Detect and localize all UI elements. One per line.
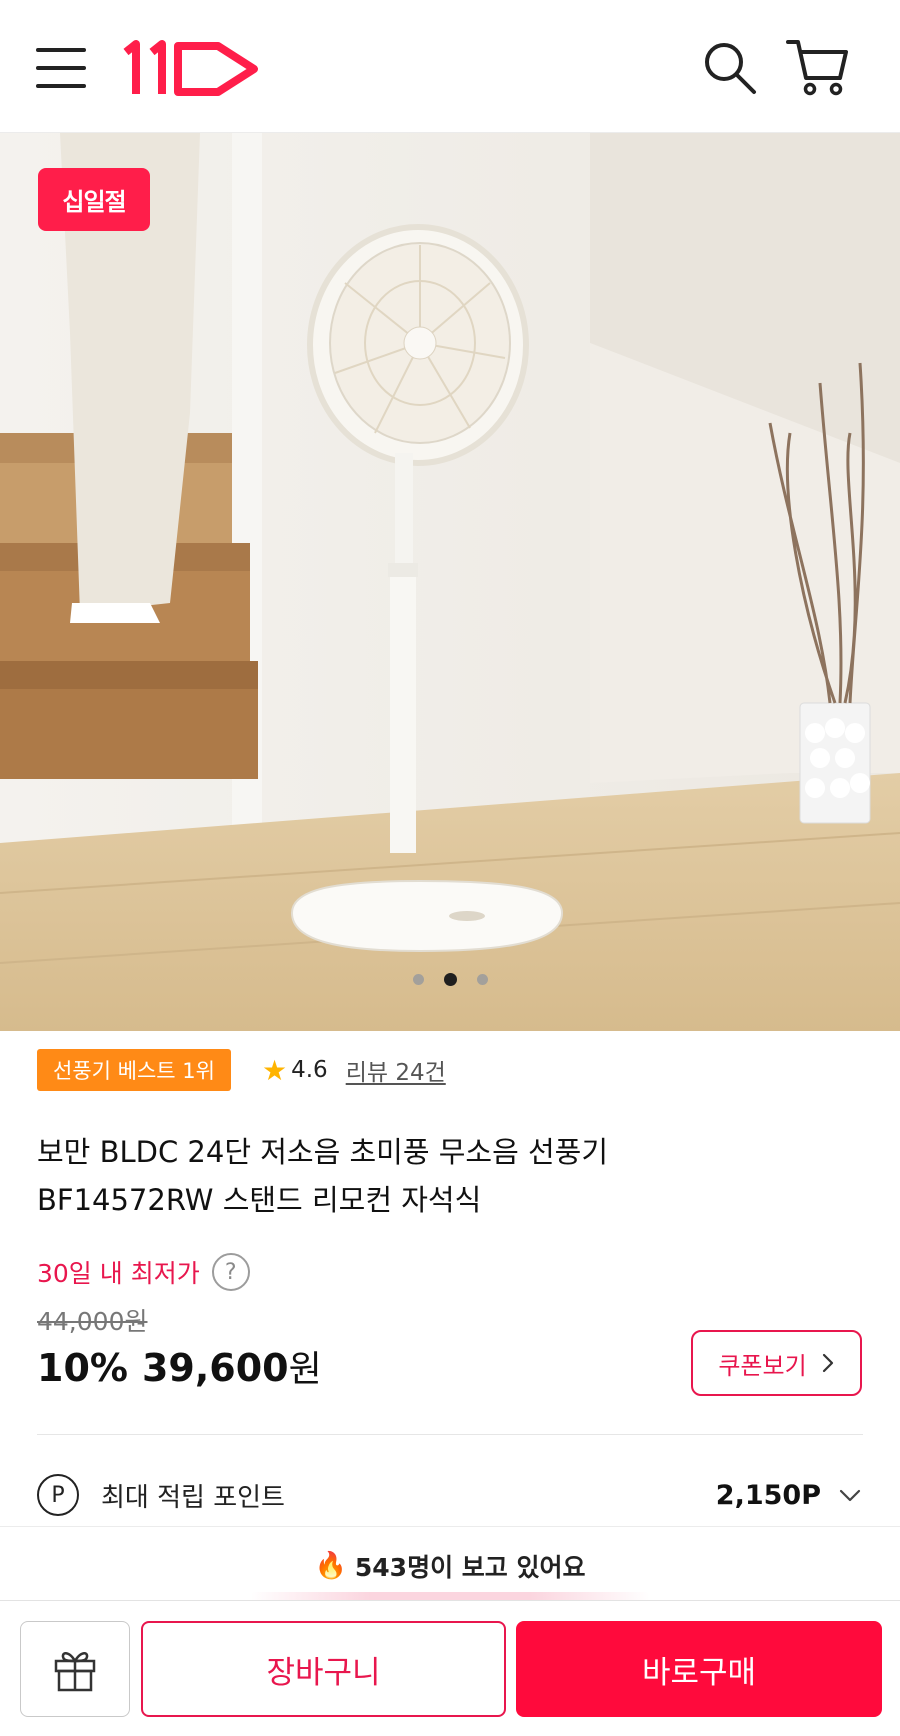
rating-summary: ★ 4.6 리뷰 24건 <box>262 1053 446 1087</box>
product-title-line2: BF14572RW 스탠드 리모컨 자석식 <box>37 1183 482 1217</box>
star-icon: ★ <box>262 1053 288 1087</box>
chevron-right-icon <box>822 1353 833 1373</box>
logo-icon <box>123 40 258 96</box>
carousel-dot-3[interactable] <box>476 973 488 985</box>
lowest-price-text: 30일 내 최저가 <box>37 1259 200 1288</box>
chevron-down-icon <box>839 1489 861 1502</box>
coupon-view-button[interactable]: 쿠폰보기 <box>691 1330 862 1396</box>
help-icon[interactable]: ? <box>211 1253 250 1291</box>
buy-now-button[interactable]: 바로구매 <box>516 1621 882 1717</box>
points-row[interactable]: P 최대 적립 포인트 2,150P <box>37 1470 863 1520</box>
event-badge: 십일절 <box>38 168 150 231</box>
gift-button[interactable] <box>20 1621 130 1717</box>
hamburger-menu-icon[interactable] <box>36 46 86 90</box>
sale-amount: 39,600 <box>141 1346 289 1390</box>
best-rank-badge[interactable]: 선풍기 베스트 1위 <box>37 1049 231 1091</box>
section-divider <box>37 1434 863 1435</box>
carousel-dot-1[interactable] <box>412 973 424 985</box>
points-label: 최대 적립 포인트 <box>101 1482 285 1513</box>
point-icon: P <box>37 1474 79 1516</box>
live-viewers-text: 543명이 보고 있어요 <box>354 1552 586 1582</box>
discount-percent: 10% <box>37 1346 128 1390</box>
lowest-price-label: 30일 내 최저가 ? <box>37 1252 250 1292</box>
sale-unit: 원 <box>288 1349 322 1390</box>
fire-icon: 🔥 <box>314 1550 347 1581</box>
product-title: 보만 BLDC 24단 저소음 초미풍 무소음 선풍기 BF14572RW 스탠… <box>37 1128 857 1224</box>
points-value: 2,150P <box>715 1479 821 1511</box>
product-title-line1: 보만 BLDC 24단 저소음 초미풍 무소음 선풍기 <box>37 1135 609 1169</box>
product-image-carousel[interactable] <box>0 133 900 1031</box>
original-price: 44,000원 <box>37 1307 148 1336</box>
product-photo <box>0 133 900 1031</box>
search-icon[interactable] <box>700 38 760 98</box>
carousel-indicators <box>0 969 900 989</box>
bottom-action-bar: 장바구니 바로구매 <box>0 1600 900 1736</box>
rating-value: 4.6 <box>291 1057 328 1083</box>
review-count-link[interactable]: 리뷰 24건 <box>346 1053 446 1087</box>
carousel-dot-2-active[interactable] <box>443 972 457 986</box>
app-header <box>0 0 900 133</box>
cart-icon[interactable] <box>784 36 850 98</box>
11st-logo[interactable] <box>122 38 262 98</box>
sale-price: 10% 39,600 원 <box>37 1340 322 1396</box>
coupon-view-label: 쿠폰보기 <box>718 1351 807 1380</box>
gift-icon <box>54 1652 96 1692</box>
add-to-cart-button[interactable]: 장바구니 <box>141 1621 506 1717</box>
